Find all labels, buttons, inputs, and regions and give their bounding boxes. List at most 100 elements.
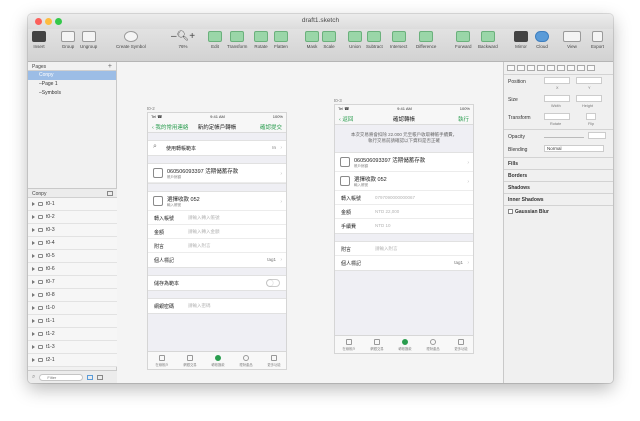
edit-filter-icon[interactable] — [97, 374, 104, 380]
note-field[interactable]: 附言 請輸入附言 — [148, 239, 286, 253]
amount-field[interactable]: 金額 請輸入轉入金額 — [148, 225, 286, 239]
flip-icon[interactable] — [586, 113, 596, 120]
width-input[interactable] — [544, 95, 570, 102]
disclosure-icon[interactable] — [32, 228, 35, 232]
height-input[interactable] — [576, 95, 602, 102]
execute-button[interactable]: 執行 — [458, 115, 469, 123]
cloud-button[interactable]: Cloud — [535, 31, 549, 49]
distribute-extra-icon[interactable] — [587, 65, 595, 71]
opacity-input[interactable] — [588, 132, 606, 139]
artboard-t0-3[interactable]: Tel ☎ 9:41 AM 100% ‹ 返回 確認轉帳 執行 本次交易將會扣除 2… — [334, 104, 474, 354]
page-item[interactable]: –Symbols — [28, 89, 116, 98]
group-button[interactable]: Group — [61, 31, 75, 49]
intersect-button[interactable]: Intersect — [390, 31, 407, 49]
view-button[interactable]: View — [563, 31, 581, 49]
position-x-input[interactable] — [544, 77, 570, 84]
export-filter-icon[interactable] — [87, 374, 94, 380]
tag-row[interactable]: 個人標記 tag1 › — [335, 256, 473, 270]
flatten-button[interactable]: Flatten — [274, 31, 288, 49]
layer-item[interactable]: t0-6 — [28, 263, 117, 276]
tag-row[interactable]: 個人標記 tag1 › — [148, 253, 286, 267]
disclosure-icon[interactable] — [32, 202, 35, 206]
disclosure-icon[interactable] — [32, 358, 35, 362]
tab-more[interactable]: 更多功能 — [447, 336, 473, 353]
ungroup-button[interactable]: Ungroup — [80, 31, 97, 49]
layer-item[interactable]: t1-0 — [28, 302, 117, 315]
disclosure-icon[interactable] — [32, 241, 35, 245]
tab-transfer[interactable]: 轉帳匯款 — [391, 336, 419, 353]
backward-button[interactable]: Backward — [478, 31, 498, 49]
blending-select[interactable]: Normal — [544, 145, 604, 152]
artboard-t0-2[interactable]: Tel ☎ 9:41 AM 100% ‹ 我的常用連絡 新約定帳戶轉帳 確認提交 ⌕… — [147, 112, 287, 370]
account-row[interactable]: 060506093397 活期儲蓄存款 帳戶餘額 › — [148, 164, 286, 183]
save-template-toggle[interactable] — [266, 279, 280, 287]
blur-checkbox[interactable] — [508, 209, 513, 214]
layer-item[interactable]: t0-4 — [28, 237, 117, 250]
mirror-button[interactable]: Mirror — [514, 31, 528, 49]
canvas[interactable]: t0-2 Tel ☎ 9:41 AM 100% ‹ 我的常用連絡 新約定帳戶轉帳 確… — [117, 62, 503, 383]
rotate-button[interactable]: Rotate — [254, 31, 268, 49]
tab-more[interactable]: 更多功能 — [260, 352, 286, 369]
create-symbol-button[interactable]: Create Symbol — [116, 31, 146, 49]
account-field[interactable]: 轉入帳號 請輸入轉入帳號 — [148, 211, 286, 225]
export-button[interactable]: Export — [591, 31, 604, 49]
tab-wealth[interactable]: 理財產品 — [419, 336, 447, 353]
shadows-section[interactable]: Shadows — [504, 181, 613, 193]
layer-item[interactable]: t1-2 — [28, 328, 117, 341]
forward-button[interactable]: Forward — [455, 31, 472, 49]
distribute-h-icon[interactable] — [567, 65, 575, 71]
layer-item[interactable]: t1-1 — [28, 315, 117, 328]
disclosure-icon[interactable] — [32, 267, 35, 271]
artboard-label[interactable]: t0-3 — [334, 98, 342, 103]
collapse-icon[interactable] — [107, 191, 113, 196]
borders-section[interactable]: Borders — [504, 169, 613, 181]
difference-button[interactable]: Difference — [416, 31, 436, 49]
layer-item[interactable]: t1-3 — [28, 341, 117, 354]
opacity-slider[interactable] — [544, 137, 584, 138]
template-row[interactable]: ⌕ 使用轉帳範本 In › — [148, 141, 286, 155]
tab-accounts[interactable]: 在線帳戶 — [335, 336, 363, 353]
gaussian-blur-section[interactable]: Gaussian Blur — [504, 205, 613, 217]
disclosure-icon[interactable] — [32, 215, 35, 219]
disclosure-icon[interactable] — [32, 254, 35, 258]
align-middle-icon[interactable] — [547, 65, 555, 71]
disclosure-icon[interactable] — [32, 345, 35, 349]
page-item[interactable]: –Page 1 — [28, 80, 116, 89]
tab-accounts[interactable]: 在線帳戶 — [148, 352, 176, 369]
layer-item[interactable]: t0-3 — [28, 224, 117, 237]
tab-wealth[interactable]: 理財產品 — [232, 352, 260, 369]
layer-item[interactable]: t0-7 — [28, 276, 117, 289]
tab-banking[interactable]: 網銀交易 — [176, 352, 204, 369]
layer-item[interactable]: t0-5 — [28, 250, 117, 263]
tab-banking[interactable]: 網銀交易 — [363, 336, 391, 353]
layer-item[interactable]: t0-1 — [28, 198, 117, 211]
page-item[interactable]: Conpy — [28, 71, 116, 80]
fills-section[interactable]: Fills — [504, 157, 613, 169]
password-field[interactable]: 網銀密碼 請輸入密碼 — [148, 299, 286, 313]
zoom-control[interactable]: –🔍︎+ 76% — [171, 31, 195, 49]
transform-button[interactable]: Transform — [227, 31, 247, 49]
align-top-icon[interactable] — [537, 65, 545, 71]
position-y-input[interactable] — [576, 77, 602, 84]
layer-item[interactable]: t0-8 — [28, 289, 117, 302]
payee-row[interactable]: 選擇收款 052 輸入帳號 › — [148, 192, 286, 211]
add-page-icon[interactable]: + — [108, 63, 112, 70]
insert-button[interactable]: Insert — [32, 31, 46, 49]
align-bottom-icon[interactable] — [557, 65, 565, 71]
disclosure-icon[interactable] — [32, 319, 35, 323]
layer-item[interactable]: t2-1 — [28, 354, 117, 367]
rotate-input[interactable] — [544, 113, 570, 120]
union-button[interactable]: Union — [348, 31, 362, 49]
submit-button[interactable]: 確認提交 — [260, 123, 282, 131]
disclosure-icon[interactable] — [32, 280, 35, 284]
scale-button[interactable]: Scale — [322, 31, 336, 49]
mask-button[interactable]: Mask — [305, 31, 319, 49]
distribute-v-icon[interactable] — [577, 65, 585, 71]
align-left-icon[interactable] — [507, 65, 515, 71]
disclosure-icon[interactable] — [32, 293, 35, 297]
disclosure-icon[interactable] — [32, 332, 35, 336]
layer-item[interactable]: t0-2 — [28, 211, 117, 224]
align-right-icon[interactable] — [527, 65, 535, 71]
tab-transfer[interactable]: 轉帳匯款 — [204, 352, 232, 369]
inner-shadows-section[interactable]: Inner Shadows — [504, 193, 613, 205]
